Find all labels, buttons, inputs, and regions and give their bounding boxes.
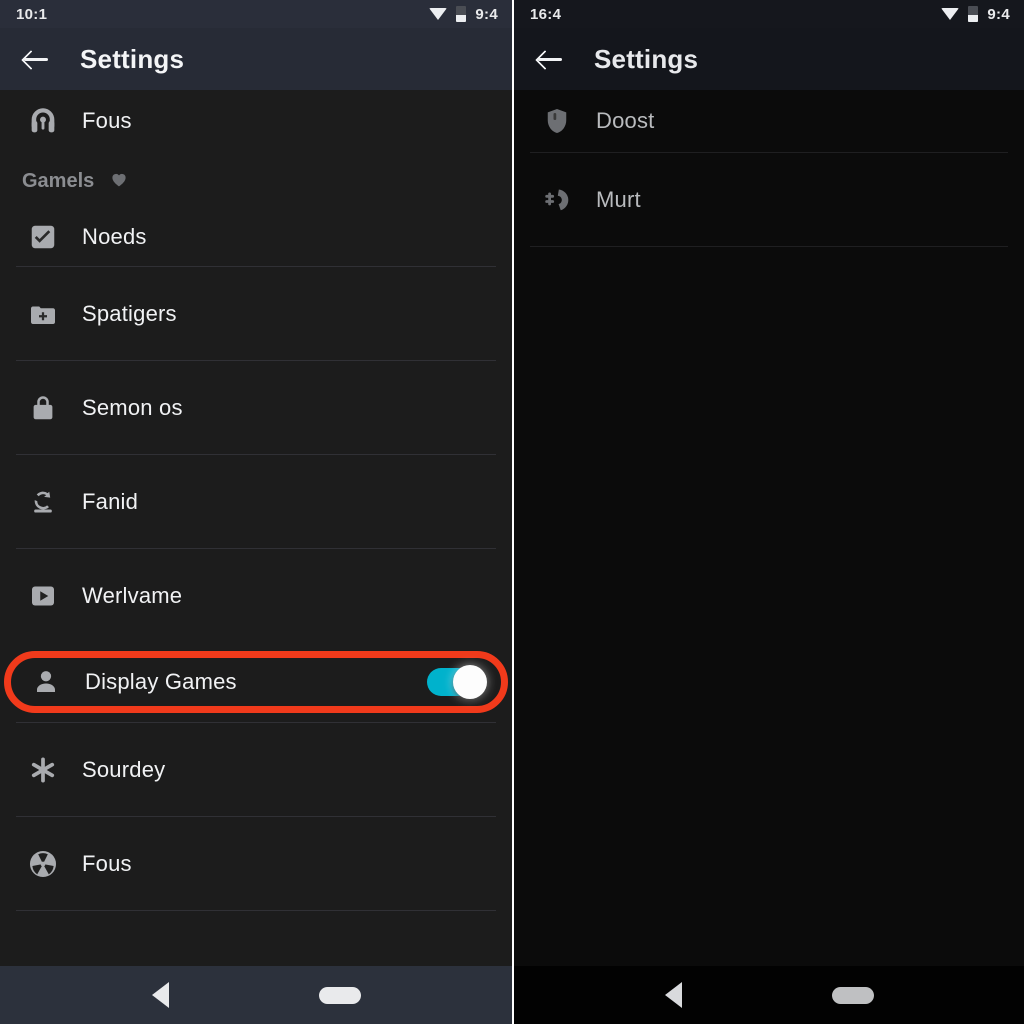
dual-screenshot-container: 10:1 9:4 Settings Fous Gamels Noeds Spat… [0,0,1024,1024]
asterisk-icon [22,749,64,791]
list-item-display-games[interactable]: Display Games [4,651,508,713]
nav-back-triangle-icon[interactable] [151,982,169,1008]
list-item-label: Murt [596,186,641,212]
list-item-sourdey[interactable]: Sourdey [0,723,512,816]
list-item-label: Doost [596,108,655,133]
pinwheel-icon [22,843,64,885]
lock-icon [22,387,64,429]
display-games-toggle[interactable] [427,665,487,699]
status-clock: 16:4 [530,5,562,23]
rotate-icon [22,481,64,523]
list-item-label: Spatigers [82,300,177,326]
back-arrow-icon[interactable] [536,45,564,73]
section-title: Gamels [22,169,95,192]
back-arrow-icon[interactable] [22,45,50,73]
shield-icon [536,100,578,142]
status-right-clock: 9:4 [475,5,498,23]
network-icon [536,179,578,221]
list-item-label: Fous [82,850,132,876]
section-header-gamels: Gamels [0,152,512,208]
highlighted-row-wrapper: Display Games [0,642,512,722]
nav-back-triangle-icon[interactable] [664,982,682,1008]
list-item-spatigers[interactable]: Spatigers [0,267,512,360]
battery-icon [968,6,979,22]
list-item-label: Fanid [82,488,139,514]
list-item-noeds[interactable]: Noeds [0,208,512,266]
list-divider [530,246,1008,247]
battery-icon [456,6,467,22]
list-item-doost[interactable]: Doost [514,90,1024,152]
nav-home-pill-icon[interactable] [318,986,361,1004]
page-title: Settings [594,43,699,74]
left-app-bar: Settings [0,28,512,90]
list-item-fous-bottom[interactable]: Fous [0,817,512,910]
status-right-group: 9:4 [941,6,1010,23]
list-item-werlvame[interactable]: Werlvame [0,549,512,642]
list-item-fanid[interactable]: Fanid [0,455,512,548]
right-phone-screen: 16:4 9:4 Settings Doost Murt [512,0,1024,1024]
status-clock: 10:1 [16,5,48,23]
add-box-icon [22,293,64,335]
person-icon [25,661,67,703]
right-nav-bar [514,966,1024,1024]
left-phone-screen: 10:1 9:4 Settings Fous Gamels Noeds Spat… [0,0,512,1024]
page-title: Settings [80,43,185,74]
right-status-bar: 16:4 9:4 [514,0,1024,28]
list-divider [16,910,496,911]
list-item-murt[interactable]: Murt [514,153,1024,246]
heart-icon [108,168,130,195]
wifi-icon [429,7,448,21]
status-right-clock: 9:4 [987,5,1010,23]
list-item-semon-os[interactable]: Semon os [0,361,512,454]
left-status-bar: 10:1 9:4 [0,0,512,28]
left-settings-list: Fous Gamels Noeds Spatigers Semon os Fan… [0,90,512,966]
headphones-icon [22,100,64,142]
right-settings-list: Doost Murt [514,90,1024,966]
list-item-label: Werlvame [82,582,183,608]
checkbox-checked-icon[interactable] [22,216,64,258]
list-item-label: Noeds [82,224,147,249]
list-item-label: Semon os [82,394,183,420]
list-item-label: Fous [82,108,132,133]
list-item-label: Display Games [85,669,237,694]
right-app-bar: Settings [514,28,1024,90]
list-item-fous-top[interactable]: Fous [0,90,512,152]
list-item-label: Sourdey [82,756,166,782]
status-right-group: 9:4 [429,6,498,23]
play-box-icon [22,575,64,617]
nav-home-pill-icon[interactable] [831,986,874,1004]
left-nav-bar [0,966,512,1024]
toggle-thumb [453,665,487,699]
wifi-icon [941,7,960,21]
